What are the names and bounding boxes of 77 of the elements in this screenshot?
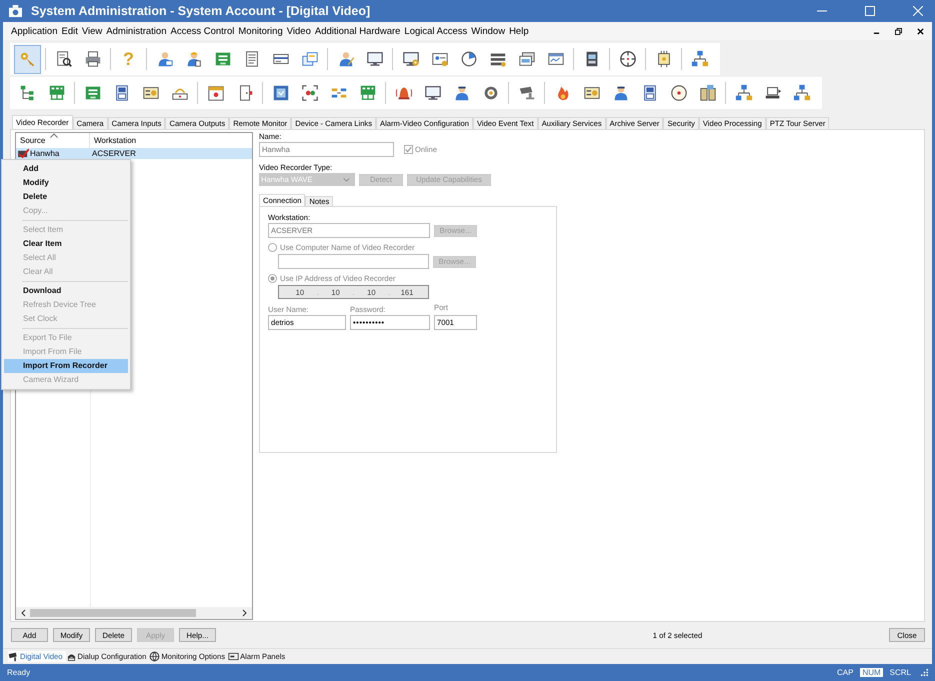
- key-indicator: SCRL: [888, 668, 912, 677]
- scroll-right-icon[interactable]: [242, 609, 248, 617]
- compass-icon: [618, 50, 636, 68]
- menu-item[interactable]: Monitoring: [238, 26, 283, 36]
- horizontal-scrollbar[interactable]: [16, 607, 252, 619]
- radio-button[interactable]: [268, 243, 277, 252]
- menu-item[interactable]: Download: [4, 284, 128, 298]
- id-card-icon: [430, 50, 448, 68]
- grid-icon: [358, 84, 376, 102]
- recorder-icon: [18, 149, 29, 158]
- stack-icon: [518, 50, 536, 68]
- camera-icon: [8, 651, 19, 662]
- cabinet-icon: [698, 84, 716, 102]
- table-cell-text: Hanwha: [30, 149, 60, 158]
- menu-item[interactable]: Administration: [106, 26, 166, 36]
- menu-item[interactable]: Modify: [4, 176, 128, 190]
- menu-item[interactable]: Additional Hardware: [314, 26, 400, 36]
- monitor-icon: [424, 84, 442, 102]
- board-icon: [84, 84, 102, 102]
- network-icon: [792, 84, 810, 102]
- close-icon[interactable]: [917, 28, 924, 34]
- menu-item[interactable]: Delete: [4, 190, 128, 204]
- worker-icon: [184, 50, 202, 68]
- monitor-icon: [366, 50, 384, 68]
- input-field[interactable]: [278, 254, 429, 269]
- printer-icon: [84, 50, 102, 68]
- maximize-icon[interactable]: [865, 6, 875, 16]
- menu-item[interactable]: Clear Item: [4, 237, 128, 251]
- window-icon: [546, 50, 564, 68]
- radio-icon: [582, 84, 600, 102]
- grid-icon: [48, 84, 66, 102]
- menu-item[interactable]: Import From Recorder: [4, 359, 128, 373]
- pie-chart-icon: [460, 50, 478, 68]
- menu-item[interactable]: Application: [11, 26, 58, 36]
- resize-grip-icon[interactable]: [920, 668, 929, 677]
- window-title: System Administration - System Account - [Digital Video]: [31, 4, 370, 18]
- column-header[interactable]: Workstation: [90, 133, 252, 148]
- radio-button[interactable]: [268, 274, 277, 283]
- panel-icon: [228, 651, 240, 662]
- calendar-icon: [206, 84, 224, 102]
- menu-item[interactable]: View: [82, 26, 102, 36]
- monitor-gear-icon: [402, 50, 420, 68]
- menu-item[interactable]: Help: [509, 26, 529, 36]
- key-icon: [18, 50, 36, 68]
- app-icon: [8, 4, 23, 18]
- menu-item[interactable]: Access Control: [170, 26, 234, 36]
- network-icon: [690, 50, 708, 68]
- status-text: Ready: [7, 668, 30, 677]
- disc-icon: [670, 84, 688, 102]
- sort-icon: [50, 133, 58, 138]
- table-cell-text: ACSERVER: [91, 149, 136, 158]
- menu-item[interactable]: Add: [4, 162, 128, 176]
- key-indicator: NUM: [860, 668, 883, 677]
- list-row[interactable]: Hanwha ACSERVER: [16, 148, 252, 159]
- person-icon: [612, 84, 630, 102]
- menu-item[interactable]: Logical Access: [404, 26, 468, 36]
- radio-icon: [142, 84, 160, 102]
- checkbox[interactable]: [404, 145, 413, 154]
- document-search-icon: [54, 50, 72, 68]
- scan-icon: [300, 84, 318, 102]
- network-icon: [734, 84, 752, 102]
- menu-item[interactable]: Video: [286, 26, 311, 36]
- tree-icon: [18, 84, 36, 102]
- board-icon: [214, 50, 232, 68]
- menu-item[interactable]: Edit: [61, 26, 78, 36]
- globe-icon: [149, 651, 160, 662]
- help-icon: ?: [123, 50, 134, 68]
- cards-icon: [300, 50, 318, 68]
- caret-icon: [343, 178, 350, 182]
- person-card-icon: [156, 50, 174, 68]
- restore-icon[interactable]: [895, 28, 902, 34]
- person-icon: [452, 84, 470, 102]
- menu-item[interactable]: Window: [471, 26, 506, 36]
- person-brush-icon: [336, 50, 354, 68]
- key-indicator: CAP: [836, 668, 854, 677]
- camera-icon: [518, 84, 536, 102]
- scroll-left-icon[interactable]: [20, 609, 26, 617]
